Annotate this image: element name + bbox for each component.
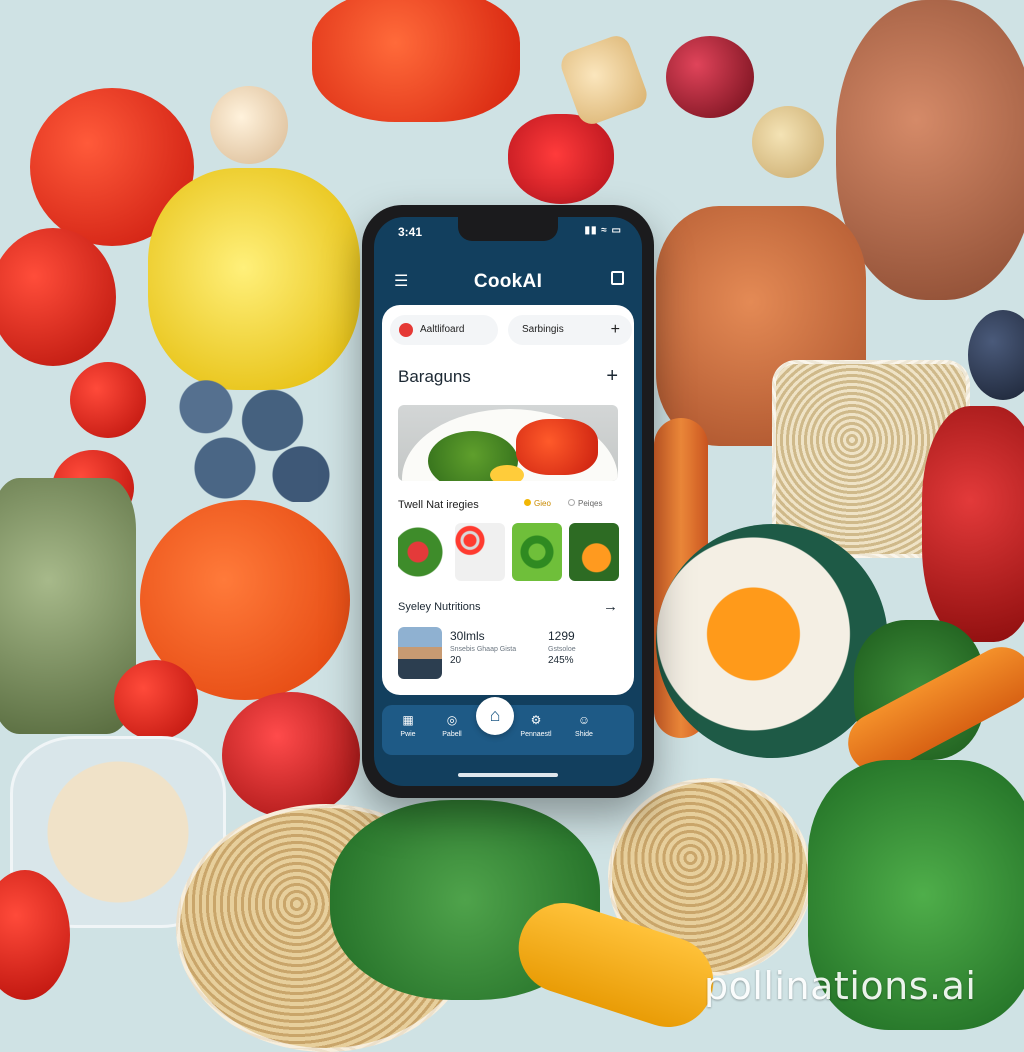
bread-image	[836, 0, 1024, 300]
cherry-tomato-image	[70, 362, 146, 438]
nav-item[interactable]: ▦ Pwie	[386, 713, 430, 738]
ingredient-thumbnails	[398, 523, 619, 583]
stat-value: 1299	[548, 629, 575, 643]
nav-item[interactable]: ☺ Shide	[562, 713, 606, 738]
section-title-text: Syeley Nutritions	[398, 601, 481, 613]
tab-dashboard[interactable]: Aaltlifoard	[390, 315, 498, 345]
nav-label: Shide	[575, 731, 593, 738]
yellow-pepper-image	[148, 168, 360, 390]
section-title-text: Baraguns	[398, 367, 471, 386]
stat-caption: Gstsoloe	[548, 646, 576, 653]
apple-image	[222, 692, 360, 818]
nutrition-section-title[interactable]: Syeley Nutritions →	[398, 598, 618, 615]
filter-tag-label: Gieo	[534, 499, 551, 508]
pepper-shape	[516, 419, 598, 475]
cart-icon[interactable]	[611, 271, 624, 285]
stat-caption: Snsebis Ghaap Gista	[450, 646, 517, 653]
thumbnail-strawberries[interactable]	[455, 523, 505, 581]
thumbnail-salad[interactable]	[398, 523, 448, 581]
phone-mockup: 3:41 ▮▮ ≈ ▭ ☰ CookAI Aaltlifoard Sarbing…	[362, 205, 654, 798]
thumbnail-peas[interactable]	[512, 523, 562, 581]
nav-label: Pennaestl	[520, 731, 552, 738]
featured-recipe-image[interactable]	[398, 405, 618, 481]
home-icon[interactable]: ⌂	[476, 697, 514, 735]
top-tabs: Aaltlifoard Sarbingis +	[390, 315, 632, 347]
app-header: ☰ CookAI	[374, 265, 642, 299]
stat-column: 30lmls Snsebis Ghaap Gista 20	[450, 629, 516, 666]
app-screen: 3:41 ▮▮ ≈ ▭ ☰ CookAI Aaltlifoard Sarbing…	[374, 217, 642, 786]
tab-label: Sarbingis	[522, 324, 564, 335]
bell-pepper-image	[312, 0, 520, 122]
plum-image	[666, 36, 754, 118]
bottom-nav: ▦ Pwie ◎ Pabell ⌂ ⚙ Pennaestl ☺ Shide	[382, 697, 634, 755]
arrow-right-icon[interactable]: →	[603, 598, 618, 615]
tab-settings[interactable]: Sarbingis +	[508, 315, 632, 345]
home-indicator	[458, 773, 558, 777]
filter-tag[interactable]: Gieo	[524, 499, 551, 508]
status-bar: 3:41 ▮▮ ≈ ▭	[374, 225, 642, 245]
cherry-tomato-image	[114, 660, 198, 740]
circle-icon	[568, 499, 575, 506]
watermark-text: pollinations.ai	[704, 964, 977, 1008]
tomato-image	[0, 228, 116, 366]
app-title: CookAI	[473, 271, 543, 292]
main-content: Aaltlifoard Sarbingis + Baraguns + Twell…	[382, 305, 634, 695]
strawberry-image	[508, 114, 614, 204]
tab-label: Aaltlifoard	[420, 324, 465, 335]
circle-icon: ◎	[446, 713, 458, 727]
nav-item[interactable]: ⚙ Pennaestl	[514, 713, 558, 738]
filter-tag[interactable]: Peiqes	[568, 499, 602, 508]
stat-sub-value: 20	[450, 655, 462, 666]
stat-value: 30lmls	[450, 629, 485, 643]
stat-column: 1299 Gstsoloe 245%	[548, 629, 576, 666]
potato-image	[752, 106, 824, 178]
grid-icon: ▦	[402, 713, 414, 727]
gear-icon: ⚙	[530, 713, 542, 727]
stat-sub-value: 245%	[548, 655, 574, 666]
row-title: Twell Nat iregies	[398, 499, 479, 511]
filter-tag-label: Peiqes	[578, 499, 603, 508]
add-recipe-button[interactable]: +	[606, 365, 618, 388]
plum-image	[968, 310, 1024, 400]
red-pepper-image	[922, 406, 1024, 642]
dot-icon	[524, 499, 531, 506]
recipes-section-title: Baraguns +	[398, 365, 618, 388]
blueberries-image	[168, 366, 358, 502]
porridge-bowl-image	[656, 524, 888, 758]
nav-label: Pwie	[400, 731, 416, 738]
avatar[interactable]	[398, 627, 442, 679]
status-time: 3:41	[398, 225, 423, 239]
nav-label: Pabell	[442, 731, 462, 738]
garlic-image	[210, 86, 288, 164]
record-icon	[399, 323, 413, 337]
nav-item[interactable]: ◎ Pabell	[430, 713, 474, 738]
lemon-shape	[490, 465, 524, 481]
add-icon[interactable]: +	[611, 315, 620, 345]
user-icon: ☺	[577, 713, 591, 727]
nutrition-stats: 30lmls Snsebis Ghaap Gista 20 1299 Gstso…	[398, 627, 618, 683]
status-icons: ▮▮ ≈ ▭	[584, 225, 622, 236]
thumbnail-fruit[interactable]	[569, 523, 619, 581]
